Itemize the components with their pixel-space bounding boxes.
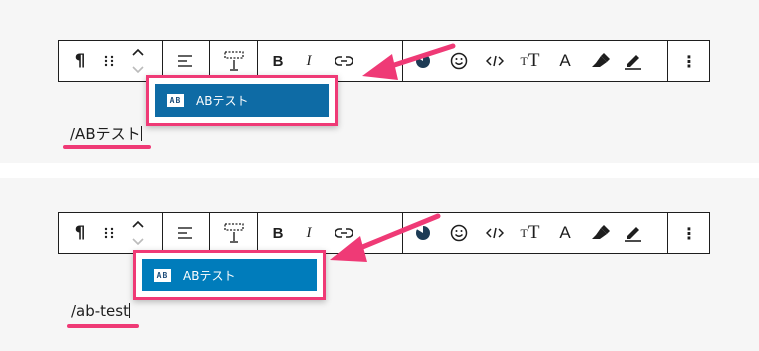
annotation-arrow [330,213,441,262]
editor-panel-bottom: ¶ B I TT A ⋮ AB ABテスト /ab-test [0,178,759,351]
annotation-arrow [362,43,456,80]
editor-panel-top: ¶ B I TT A ⋮ AB ABテスト /ABテスト [0,0,759,163]
